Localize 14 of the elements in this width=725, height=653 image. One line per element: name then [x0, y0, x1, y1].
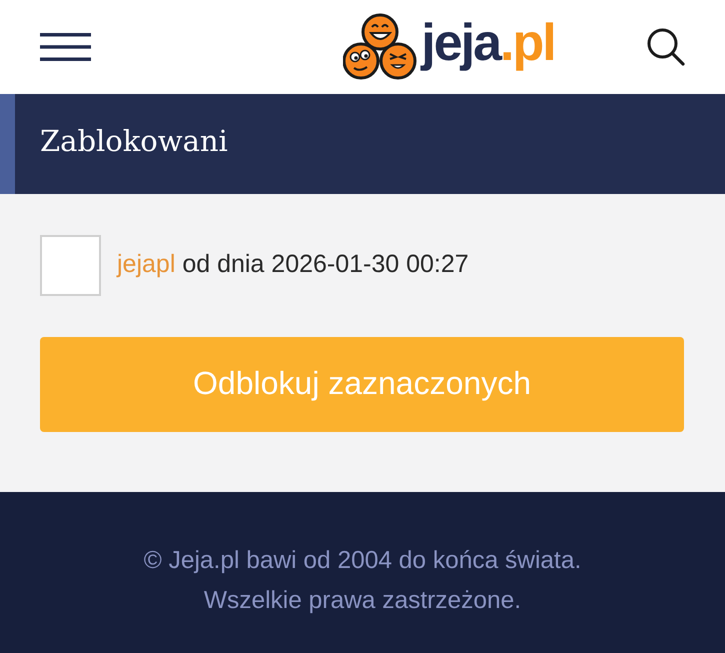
search-button[interactable] — [647, 28, 685, 66]
checkbox[interactable] — [40, 235, 101, 296]
blocked-user-text: jejapl od dnia 2026-01-30 00:27 — [117, 248, 469, 280]
unblock-selected-button[interactable]: Odblokuj zaznaczonych — [40, 337, 684, 432]
username-link[interactable]: jejapl — [117, 250, 176, 278]
site-logo[interactable]: jeja.pl — [343, 13, 555, 81]
footer-text: Wszelkie prawa zastrzeżone. — [204, 586, 522, 616]
menu-button[interactable] — [40, 33, 91, 61]
search-icon — [647, 28, 685, 66]
menu-icon — [40, 33, 91, 61]
logo-wordmark: jeja.pl — [421, 17, 555, 69]
section-title: Zablokowani — [40, 123, 228, 160]
footer-text: © Jeja.pl bawi od 2004 do końca świata. — [144, 546, 582, 576]
smiley-faces-logo-icon — [343, 13, 418, 81]
